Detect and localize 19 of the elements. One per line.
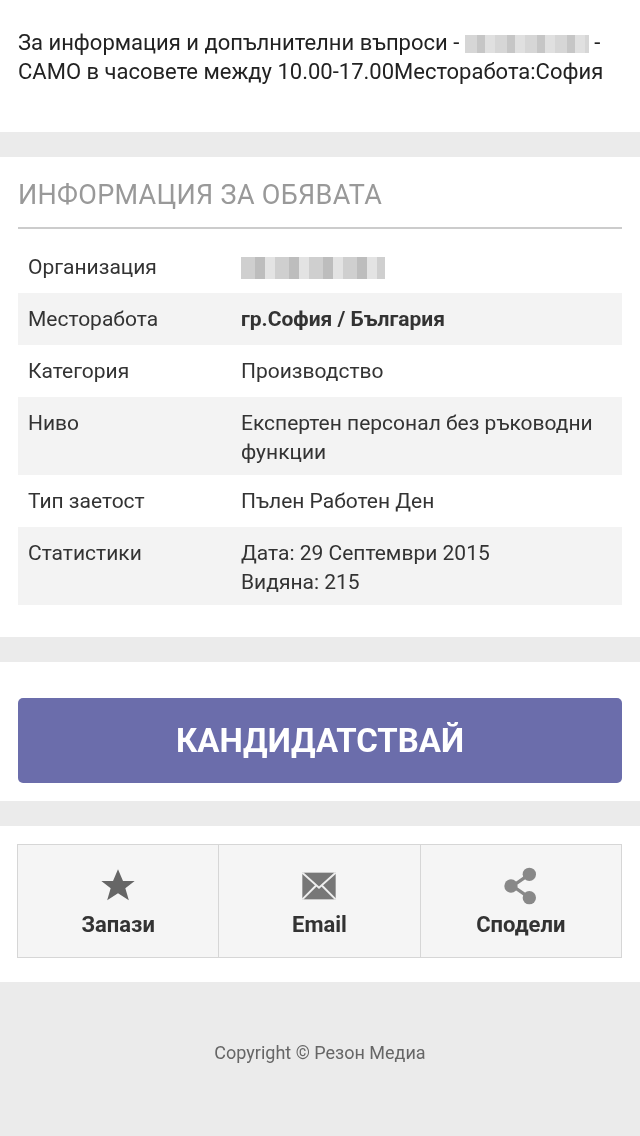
field-label: Организация xyxy=(28,254,158,281)
field-value: гр.София / България xyxy=(241,306,445,333)
field-value: Производство xyxy=(241,358,384,385)
field-value: Дата: 29 Септември 2015 xyxy=(241,540,490,567)
field-value: Пълен Работен Ден xyxy=(241,488,435,515)
contact-text: За информация и допълнителни въпроси - - САМО в часовете между 10.00-17.00Месторабота:София xyxy=(18,29,605,86)
action-button[interactable]: Сподели xyxy=(419,844,622,958)
apply-button[interactable]: КАНДИДАТСТВАЙ xyxy=(18,698,622,783)
field-label: Месторабота xyxy=(28,306,160,333)
field-label: Категория xyxy=(28,358,131,385)
action-button[interactable]: Email xyxy=(218,844,421,958)
field-value: Видяна: 215 xyxy=(241,569,360,596)
section-title: ИНФОРМАЦИЯ ЗА ОБЯВАТА xyxy=(18,179,622,229)
field-value: Експертен персонал без ръководни функции xyxy=(241,410,594,466)
field-label: Ниво xyxy=(28,410,81,437)
copyright-text: Copyright © Резон Медиа xyxy=(214,1042,426,1063)
action-button[interactable]: Запази xyxy=(17,844,220,958)
field-label: Тип заетост xyxy=(28,488,146,515)
field-label: Статистики xyxy=(28,540,143,567)
